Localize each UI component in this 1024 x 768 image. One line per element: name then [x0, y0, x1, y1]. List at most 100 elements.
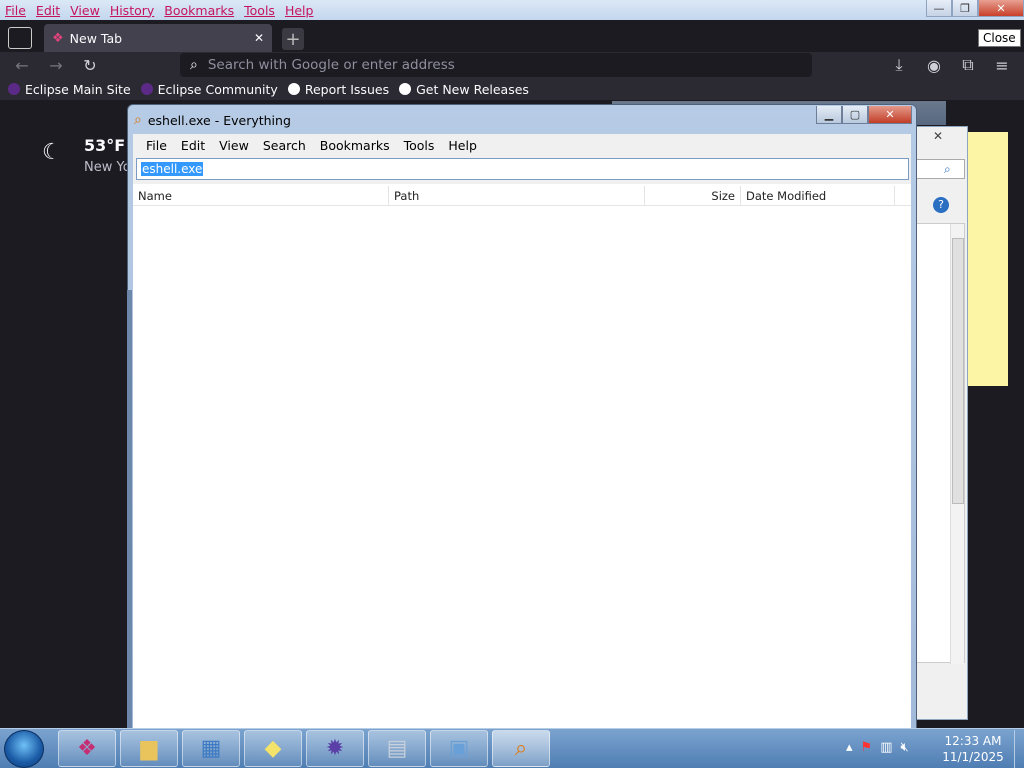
magnifier-icon: ⌕: [134, 112, 142, 128]
window-left-border: [127, 290, 132, 730]
firefox-icon: ❖: [77, 736, 97, 761]
ev-menu-file[interactable]: File: [139, 138, 174, 153]
extensions-icon[interactable]: ⧉: [957, 54, 979, 76]
minimize-button[interactable]: —: [926, 0, 952, 17]
ev-menu-tools[interactable]: Tools: [397, 138, 442, 153]
menu-edit[interactable]: Edit: [31, 3, 65, 18]
calculator-icon: ▤: [386, 736, 408, 761]
firefox-icon: ❖: [52, 30, 64, 46]
everything-title: eshell.exe - Everything: [147, 112, 291, 128]
ev-menu-search[interactable]: Search: [256, 138, 313, 153]
menu-view[interactable]: View: [65, 3, 105, 18]
eclipse-icon: [8, 83, 20, 95]
volume-muted-icon[interactable]: 🔇︎: [900, 740, 908, 755]
background-search-field[interactable]: ⌕: [913, 159, 965, 179]
taskbar-app-gear[interactable]: ✹: [306, 730, 364, 767]
computer-icon: ▣: [448, 736, 470, 761]
bookmark-eclipse-main[interactable]: Eclipse Main Site: [8, 82, 131, 97]
everything-search-input[interactable]: eshell.exe: [136, 158, 909, 180]
bookmark-get-new-releases[interactable]: Get New Releases: [399, 82, 529, 97]
action-center-icon[interactable]: ⚑: [861, 740, 873, 755]
taskbar-firefox[interactable]: ❖: [58, 730, 116, 767]
taskbar-sticky-notes[interactable]: ◆: [244, 730, 302, 767]
scrollbar[interactable]: [950, 224, 964, 664]
tab-title: New Tab: [69, 30, 123, 46]
ev-menu-edit[interactable]: Edit: [174, 138, 212, 153]
everything-minimize-button[interactable]: ▁: [816, 106, 842, 124]
sticky-note: [968, 132, 1008, 386]
clock-time: 12:33 AM: [944, 734, 1002, 748]
bookmark-eclipse-community[interactable]: Eclipse Community: [140, 82, 278, 97]
ev-menu-view[interactable]: View: [212, 138, 256, 153]
downloads-icon[interactable]: ⤓: [888, 54, 910, 76]
network-icon[interactable]: ▥: [880, 740, 892, 755]
url-bar[interactable]: ⌕ Search with Google or enter address: [180, 53, 812, 77]
tab-close-icon[interactable]: ✕: [254, 31, 264, 45]
show-desktop-button[interactable]: [1014, 730, 1024, 768]
search-icon: ⌕: [944, 162, 951, 176]
search-icon: ⌕: [190, 57, 198, 73]
menu-history[interactable]: History: [105, 3, 159, 18]
magnifier-icon: ⌕: [514, 736, 528, 761]
forward-icon[interactable]: →: [45, 54, 67, 76]
everything-maximize-button[interactable]: ▢: [842, 106, 868, 124]
menu-bookmarks[interactable]: Bookmarks: [159, 3, 239, 18]
github-icon: [287, 83, 300, 95]
start-button[interactable]: [4, 730, 44, 768]
search-value: eshell.exe: [141, 162, 204, 176]
background-dialog: ✕ ⌕ ?: [912, 126, 968, 720]
weather-location: New Yo: [84, 160, 131, 175]
close-icon[interactable]: ✕: [933, 129, 943, 143]
col-name[interactable]: Name: [133, 186, 389, 206]
everything-close-button[interactable]: ✕: [868, 106, 912, 124]
moon-icon: ☾: [42, 140, 62, 165]
hamburger-menu-icon[interactable]: ≡: [991, 54, 1013, 76]
ev-menu-help[interactable]: Help: [441, 138, 484, 153]
browser-window-controls: — ❐ ✕: [926, 0, 1024, 20]
account-icon[interactable]: ◉: [923, 54, 945, 76]
close-button[interactable]: ✕: [978, 0, 1024, 17]
restore-button[interactable]: ❐: [952, 0, 978, 17]
everything-window-controls: ▁ ▢ ✕: [816, 106, 912, 124]
sticky-notes-icon: ◆: [264, 736, 282, 761]
taskbar-everything[interactable]: ⌕: [492, 730, 550, 767]
weather-widget[interactable]: ☾ 53°F New Yo: [40, 136, 140, 186]
taskbar-network[interactable]: ▣: [430, 730, 488, 767]
folder-icon: ▆: [140, 736, 158, 761]
tab-list-icon[interactable]: [8, 27, 32, 49]
github-icon: [399, 83, 412, 95]
system-tray: ▴ ⚑ ▥ 🔇︎: [846, 740, 909, 755]
gear-icon: ✹: [325, 736, 345, 761]
ev-menu-bookmarks[interactable]: Bookmarks: [313, 138, 397, 153]
browser-menubar: File Edit View History Bookmarks Tools H…: [0, 0, 1024, 20]
help-icon[interactable]: ?: [933, 197, 949, 213]
background-list: [913, 223, 965, 664]
col-path[interactable]: Path: [389, 186, 645, 206]
taskbar-calculator[interactable]: ▤: [368, 730, 426, 767]
scrollbar-thumb[interactable]: [952, 238, 964, 504]
everything-client: File Edit View Search Bookmarks Tools He…: [133, 134, 911, 734]
menu-file[interactable]: File: [0, 3, 31, 18]
reload-icon[interactable]: ↻: [79, 54, 101, 76]
menu-help[interactable]: Help: [280, 3, 319, 18]
bookmarks-toolbar: Eclipse Main Site Eclipse Community Repo…: [0, 78, 1024, 100]
taskbar-control-panel[interactable]: ▦: [182, 730, 240, 767]
clock-date: 11/1/2025: [942, 750, 1004, 764]
tray-expand-icon[interactable]: ▴: [846, 740, 853, 755]
everything-menubar: File Edit View Search Bookmarks Tools He…: [133, 134, 911, 156]
bookmark-report-issues[interactable]: Report Issues: [287, 82, 389, 97]
control-panel-icon: ▦: [200, 736, 222, 761]
tab-new-tab[interactable]: ❖ New Tab ✕: [44, 24, 272, 52]
new-tab-button[interactable]: +: [282, 28, 304, 50]
taskbar-explorer[interactable]: ▆: [120, 730, 178, 767]
close-tooltip: Close: [978, 29, 1021, 47]
menu-tools[interactable]: Tools: [239, 3, 280, 18]
eclipse-icon: [140, 83, 153, 95]
everything-window: ⌕ eshell.exe - Everything ▁ ▢ ✕ File Edi…: [127, 104, 917, 734]
col-size[interactable]: Size: [645, 186, 741, 206]
taskbar-clock[interactable]: 12:33 AM 11/1/2025: [930, 733, 1016, 765]
weather-temp: 53°F: [84, 136, 126, 155]
url-placeholder: Search with Google or enter address: [207, 57, 455, 73]
back-icon[interactable]: ←: [11, 54, 33, 76]
col-date-modified[interactable]: Date Modified: [741, 186, 895, 206]
